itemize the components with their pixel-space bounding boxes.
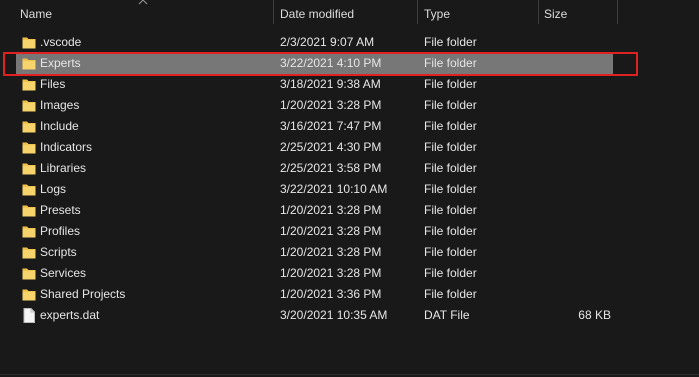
column-header-bar: Name Date modified Type Size [0, 0, 699, 28]
column-divider[interactable] [617, 0, 618, 24]
file-row[interactable]: experts.dat 3/20/2021 10:35 AM DAT File 68 … [0, 305, 699, 326]
column-header-name[interactable]: Name [20, 0, 52, 28]
folder-icon [22, 98, 36, 113]
item-type: File folder [424, 35, 477, 49]
folder-icon [22, 287, 36, 302]
folder-icon [22, 35, 36, 50]
item-type: File folder [424, 287, 477, 301]
item-date-modified: 2/3/2021 9:07 AM [280, 35, 375, 49]
column-divider[interactable] [273, 0, 274, 24]
item-name: experts.dat [40, 308, 100, 322]
item-name: Files [40, 77, 66, 91]
folder-row[interactable]: Profiles 1/20/2021 3:28 PM File folder [0, 221, 699, 242]
item-type: DAT File [424, 308, 470, 322]
item-name: Profiles [40, 224, 81, 238]
item-type: File folder [424, 203, 477, 217]
item-type: File folder [424, 140, 477, 154]
folder-icon [22, 161, 36, 176]
column-divider[interactable] [417, 0, 418, 24]
item-name: Images [40, 98, 80, 112]
item-name: Presets [40, 203, 81, 217]
column-header-date-modified[interactable]: Date modified [280, 0, 354, 28]
folder-row[interactable]: Shared Projects 1/20/2021 3:36 PM File fol… [0, 284, 699, 305]
item-name: Indicators [40, 140, 93, 154]
item-type: File folder [424, 56, 477, 70]
item-date-modified: 1/20/2021 3:28 PM [280, 224, 382, 238]
folder-row[interactable]: Presets 1/20/2021 3:28 PM File folder [0, 200, 699, 221]
item-name: Services [40, 266, 87, 280]
folder-row[interactable]: Libraries 2/25/2021 3:58 PM File folder [0, 158, 699, 179]
item-type: File folder [424, 98, 477, 112]
folder-row[interactable]: Indicators 2/25/2021 4:30 PM File folder [0, 137, 699, 158]
item-type: File folder [424, 224, 477, 238]
sort-up-icon [138, 0, 148, 5]
folder-row[interactable]: Services 1/20/2021 3:28 PM File folder [0, 263, 699, 284]
item-date-modified: 3/16/2021 7:47 PM [280, 119, 382, 133]
folder-row[interactable]: Images 1/20/2021 3:28 PM File folder [0, 95, 699, 116]
column-header-type[interactable]: Type [424, 0, 450, 28]
item-type: File folder [424, 77, 477, 91]
folder-icon [22, 119, 36, 134]
item-date-modified: 3/20/2021 10:35 AM [280, 308, 388, 322]
item-date-modified: 3/22/2021 10:10 AM [280, 182, 388, 196]
item-name: Shared Projects [40, 287, 126, 301]
item-name: Experts [40, 56, 81, 70]
folder-row[interactable]: Logs 3/22/2021 10:10 AM File folder [0, 179, 699, 200]
item-date-modified: 1/20/2021 3:28 PM [280, 98, 382, 112]
item-date-modified: 3/18/2021 9:38 AM [280, 77, 381, 91]
item-name: Logs [40, 182, 67, 196]
column-header-size[interactable]: Size [544, 0, 567, 28]
bottom-border [0, 374, 699, 375]
item-date-modified: 2/25/2021 3:58 PM [280, 161, 382, 175]
item-type: File folder [424, 245, 477, 259]
item-type: File folder [424, 161, 477, 175]
item-date-modified: 1/20/2021 3:28 PM [280, 203, 382, 217]
column-divider[interactable] [538, 0, 539, 24]
folder-icon [22, 140, 36, 155]
file-icon [22, 308, 36, 323]
item-date-modified: 1/20/2021 3:28 PM [280, 245, 382, 259]
folder-icon [22, 56, 36, 71]
folder-row[interactable]: Files 3/18/2021 9:38 AM File folder [0, 74, 699, 95]
folder-icon [22, 77, 36, 92]
item-date-modified: 3/22/2021 4:10 PM [280, 56, 382, 70]
folder-icon [22, 203, 36, 218]
item-name: Include [40, 119, 79, 133]
item-date-modified: 1/20/2021 3:28 PM [280, 266, 382, 280]
folder-icon [22, 182, 36, 197]
item-type: File folder [424, 182, 477, 196]
folder-row[interactable]: Scripts 1/20/2021 3:28 PM File folder [0, 242, 699, 263]
item-name: .vscode [40, 35, 82, 49]
folder-row[interactable]: Experts 3/22/2021 4:10 PM File folder [0, 53, 699, 74]
item-date-modified: 1/20/2021 3:36 PM [280, 287, 382, 301]
item-size: 68 KB [578, 308, 611, 322]
item-type: File folder [424, 266, 477, 280]
item-name: Libraries [40, 161, 87, 175]
item-name: Scripts [40, 245, 77, 259]
folder-icon [22, 245, 36, 260]
item-type: File folder [424, 119, 477, 133]
item-date-modified: 2/25/2021 4:30 PM [280, 140, 382, 154]
folder-row[interactable]: .vscode 2/3/2021 9:07 AM File folder [0, 32, 699, 53]
folder-icon [22, 266, 36, 281]
folder-icon [22, 224, 36, 239]
folder-row[interactable]: Include 3/16/2021 7:47 PM File folder [0, 116, 699, 137]
